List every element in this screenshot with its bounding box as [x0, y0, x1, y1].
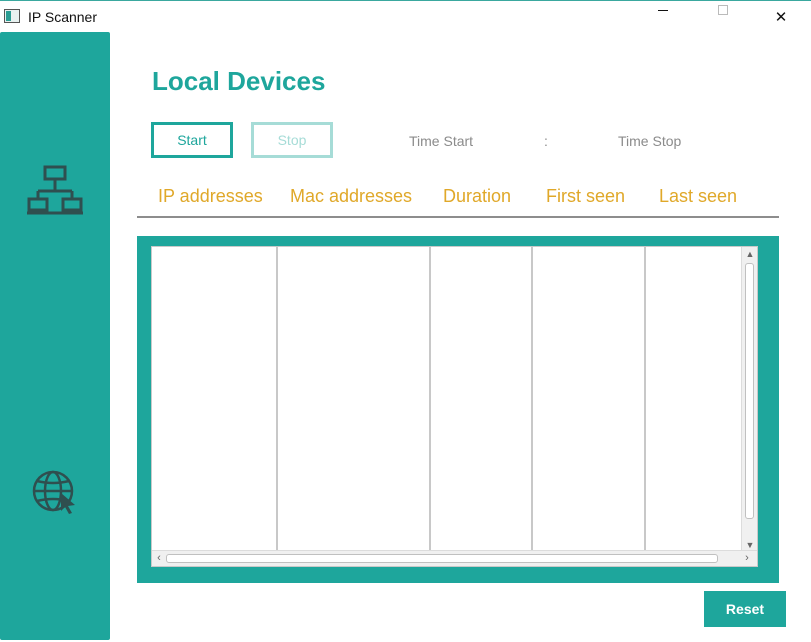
- horizontal-scroll-thumb[interactable]: [166, 554, 718, 563]
- close-button[interactable]: ✕: [758, 3, 804, 31]
- title-bar: IP Scanner ✕: [0, 0, 811, 32]
- sidebar-item-network[interactable]: [26, 165, 84, 215]
- horizontal-scrollbar[interactable]: ‹ ›: [152, 550, 757, 566]
- sidebar: [0, 32, 110, 640]
- header-divider: [137, 216, 779, 218]
- scroll-left-icon[interactable]: ‹: [152, 551, 166, 567]
- minimize-icon: [658, 9, 668, 11]
- column-header-first-seen[interactable]: First seen: [546, 186, 625, 207]
- globe-cursor-icon: [32, 470, 75, 514]
- column-divider: [531, 247, 533, 552]
- column-divider: [429, 247, 431, 552]
- reset-button[interactable]: Reset: [704, 591, 786, 627]
- page-title: Local Devices: [152, 66, 326, 96]
- app-icon: [4, 9, 20, 23]
- window-title: IP Scanner: [28, 9, 98, 25]
- device-table[interactable]: ▲ ▼ ‹ ›: [151, 246, 758, 567]
- column-header-last-seen[interactable]: Last seen: [659, 186, 737, 207]
- column-divider: [276, 247, 278, 552]
- sidebar-item-internet[interactable]: [31, 469, 79, 515]
- column-header-mac[interactable]: Mac addresses: [290, 186, 412, 207]
- time-stop-label: Time Stop: [618, 133, 682, 149]
- column-header-ip[interactable]: IP addresses: [158, 186, 263, 207]
- column-header-duration[interactable]: Duration: [443, 186, 511, 207]
- time-start-label: Time Start: [409, 133, 474, 149]
- time-separator: :: [544, 133, 548, 149]
- vertical-scrollbar[interactable]: ▲ ▼: [741, 247, 757, 552]
- network-icon: [27, 165, 83, 215]
- vertical-scroll-thumb[interactable]: [745, 263, 754, 519]
- maximize-button[interactable]: [700, 3, 746, 31]
- start-button[interactable]: Start: [151, 122, 233, 158]
- scroll-right-icon[interactable]: ›: [740, 551, 754, 567]
- stop-button[interactable]: Stop: [251, 122, 333, 158]
- close-icon: ✕: [774, 9, 788, 26]
- column-divider: [644, 247, 646, 552]
- device-table-frame: ▲ ▼ ‹ ›: [137, 236, 779, 583]
- scroll-up-icon[interactable]: ▲: [742, 247, 758, 261]
- maximize-icon: [718, 5, 728, 15]
- minimize-button[interactable]: [640, 3, 686, 31]
